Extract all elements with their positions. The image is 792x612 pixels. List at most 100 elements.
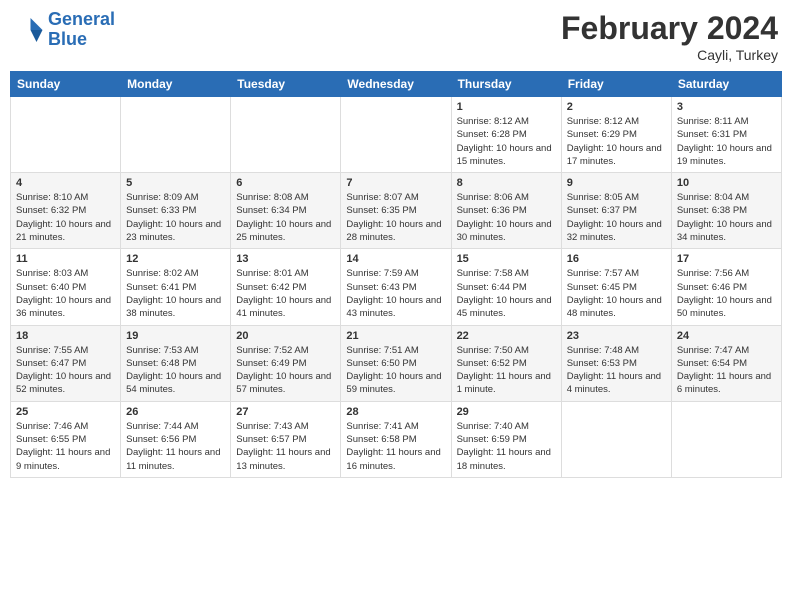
day-number: 11 xyxy=(16,253,115,265)
day-info: Sunrise: 7:43 AM Sunset: 6:57 PM Dayligh… xyxy=(236,420,335,473)
month-year: February 2024 xyxy=(561,10,778,47)
calendar-cell: 5 Sunrise: 8:09 AM Sunset: 6:33 PM Daylig… xyxy=(121,173,231,249)
day-number: 6 xyxy=(236,177,335,189)
calendar-week-row: 18 Sunrise: 7:55 AM Sunset: 6:47 PM Dayli… xyxy=(11,325,782,401)
day-number: 1 xyxy=(457,101,556,113)
day-info: Sunrise: 8:12 AM Sunset: 6:28 PM Dayligh… xyxy=(457,115,556,168)
calendar-cell: 11 Sunrise: 8:03 AM Sunset: 6:40 PM Dayli… xyxy=(11,249,121,325)
day-number: 13 xyxy=(236,253,335,265)
day-number: 3 xyxy=(677,101,776,113)
day-number: 26 xyxy=(126,406,225,418)
logo-line2: Blue xyxy=(48,29,87,49)
weekday-header: Thursday xyxy=(451,72,561,97)
day-number: 24 xyxy=(677,330,776,342)
calendar-week-row: 25 Sunrise: 7:46 AM Sunset: 6:55 PM Dayli… xyxy=(11,401,782,477)
calendar-cell: 18 Sunrise: 7:55 AM Sunset: 6:47 PM Dayli… xyxy=(11,325,121,401)
calendar-cell: 8 Sunrise: 8:06 AM Sunset: 6:36 PM Daylig… xyxy=(451,173,561,249)
calendar-cell: 16 Sunrise: 7:57 AM Sunset: 6:45 PM Dayli… xyxy=(561,249,671,325)
day-info: Sunrise: 7:58 AM Sunset: 6:44 PM Dayligh… xyxy=(457,267,556,320)
day-number: 9 xyxy=(567,177,666,189)
calendar-cell: 4 Sunrise: 8:10 AM Sunset: 6:32 PM Daylig… xyxy=(11,173,121,249)
weekday-header: Monday xyxy=(121,72,231,97)
day-info: Sunrise: 8:03 AM Sunset: 6:40 PM Dayligh… xyxy=(16,267,115,320)
day-info: Sunrise: 8:07 AM Sunset: 6:35 PM Dayligh… xyxy=(346,191,445,244)
day-number: 4 xyxy=(16,177,115,189)
day-number: 8 xyxy=(457,177,556,189)
day-info: Sunrise: 7:46 AM Sunset: 6:55 PM Dayligh… xyxy=(16,420,115,473)
calendar-cell: 14 Sunrise: 7:59 AM Sunset: 6:43 PM Dayli… xyxy=(341,249,451,325)
calendar-cell: 12Sunrise: 8:02 AM Sunset: 6:41 PM Dayli… xyxy=(121,249,231,325)
calendar-cell: 2Sunrise: 8:12 AM Sunset: 6:29 PM Daylig… xyxy=(561,97,671,173)
day-number: 29 xyxy=(457,406,556,418)
calendar-header-row: SundayMondayTuesdayWednesdayThursdayFrid… xyxy=(11,72,782,97)
calendar: SundayMondayTuesdayWednesdayThursdayFrid… xyxy=(10,71,782,478)
day-info: Sunrise: 7:40 AM Sunset: 6:59 PM Dayligh… xyxy=(457,420,556,473)
day-info: Sunrise: 7:48 AM Sunset: 6:53 PM Dayligh… xyxy=(567,344,666,397)
calendar-cell xyxy=(561,401,671,477)
calendar-cell xyxy=(671,401,781,477)
calendar-cell: 28Sunrise: 7:41 AM Sunset: 6:58 PM Dayli… xyxy=(341,401,451,477)
calendar-cell: 27 Sunrise: 7:43 AM Sunset: 6:57 PM Dayli… xyxy=(231,401,341,477)
calendar-week-row: 11 Sunrise: 8:03 AM Sunset: 6:40 PM Dayli… xyxy=(11,249,782,325)
calendar-cell: 23 Sunrise: 7:48 AM Sunset: 6:53 PM Dayli… xyxy=(561,325,671,401)
day-info: Sunrise: 8:12 AM Sunset: 6:29 PM Dayligh… xyxy=(567,115,666,168)
day-info: Sunrise: 8:06 AM Sunset: 6:36 PM Dayligh… xyxy=(457,191,556,244)
day-info: Sunrise: 8:08 AM Sunset: 6:34 PM Dayligh… xyxy=(236,191,335,244)
day-info: Sunrise: 7:57 AM Sunset: 6:45 PM Dayligh… xyxy=(567,267,666,320)
page-header: General Blue February 2024 Cayli, Turkey xyxy=(10,10,782,63)
weekday-header: Wednesday xyxy=(341,72,451,97)
calendar-cell: 6 Sunrise: 8:08 AM Sunset: 6:34 PM Daylig… xyxy=(231,173,341,249)
calendar-cell: 26 Sunrise: 7:44 AM Sunset: 6:56 PM Dayli… xyxy=(121,401,231,477)
day-number: 23 xyxy=(567,330,666,342)
logo-icon xyxy=(14,15,44,45)
day-number: 20 xyxy=(236,330,335,342)
day-info: Sunrise: 8:10 AM Sunset: 6:32 PM Dayligh… xyxy=(16,191,115,244)
day-number: 7 xyxy=(346,177,445,189)
day-info: Sunrise: 7:47 AM Sunset: 6:54 PM Dayligh… xyxy=(677,344,776,397)
day-number: 5 xyxy=(126,177,225,189)
day-number: 12 xyxy=(126,253,225,265)
calendar-cell: 24 Sunrise: 7:47 AM Sunset: 6:54 PM Dayli… xyxy=(671,325,781,401)
day-info: Sunrise: 7:55 AM Sunset: 6:47 PM Dayligh… xyxy=(16,344,115,397)
calendar-cell: 20 Sunrise: 7:52 AM Sunset: 6:49 PM Dayli… xyxy=(231,325,341,401)
calendar-cell: 1 Sunrise: 8:12 AM Sunset: 6:28 PM Daylig… xyxy=(451,97,561,173)
calendar-week-row: 4 Sunrise: 8:10 AM Sunset: 6:32 PM Daylig… xyxy=(11,173,782,249)
day-number: 21 xyxy=(346,330,445,342)
day-info: Sunrise: 8:04 AM Sunset: 6:38 PM Dayligh… xyxy=(677,191,776,244)
day-number: 18 xyxy=(16,330,115,342)
day-number: 27 xyxy=(236,406,335,418)
calendar-cell: 7 Sunrise: 8:07 AM Sunset: 6:35 PM Daylig… xyxy=(341,173,451,249)
weekday-header: Saturday xyxy=(671,72,781,97)
calendar-cell: 9 Sunrise: 8:05 AM Sunset: 6:37 PM Daylig… xyxy=(561,173,671,249)
calendar-cell: 17Sunrise: 7:56 AM Sunset: 6:46 PM Dayli… xyxy=(671,249,781,325)
calendar-cell: 10Sunrise: 8:04 AM Sunset: 6:38 PM Dayli… xyxy=(671,173,781,249)
day-info: Sunrise: 7:41 AM Sunset: 6:58 PM Dayligh… xyxy=(346,420,445,473)
day-info: Sunrise: 8:01 AM Sunset: 6:42 PM Dayligh… xyxy=(236,267,335,320)
calendar-cell: 21Sunrise: 7:51 AM Sunset: 6:50 PM Dayli… xyxy=(341,325,451,401)
logo-text: General Blue xyxy=(48,10,115,50)
calendar-cell xyxy=(341,97,451,173)
calendar-cell: 13 Sunrise: 8:01 AM Sunset: 6:42 PM Dayli… xyxy=(231,249,341,325)
day-number: 14 xyxy=(346,253,445,265)
day-info: Sunrise: 7:44 AM Sunset: 6:56 PM Dayligh… xyxy=(126,420,225,473)
calendar-cell: 29 Sunrise: 7:40 AM Sunset: 6:59 PM Dayli… xyxy=(451,401,561,477)
day-info: Sunrise: 7:52 AM Sunset: 6:49 PM Dayligh… xyxy=(236,344,335,397)
day-info: Sunrise: 8:05 AM Sunset: 6:37 PM Dayligh… xyxy=(567,191,666,244)
location: Cayli, Turkey xyxy=(561,47,778,63)
calendar-cell: 19Sunrise: 7:53 AM Sunset: 6:48 PM Dayli… xyxy=(121,325,231,401)
day-info: Sunrise: 8:11 AM Sunset: 6:31 PM Dayligh… xyxy=(677,115,776,168)
calendar-cell xyxy=(11,97,121,173)
day-info: Sunrise: 7:56 AM Sunset: 6:46 PM Dayligh… xyxy=(677,267,776,320)
day-number: 16 xyxy=(567,253,666,265)
day-number: 25 xyxy=(16,406,115,418)
title-block: February 2024 Cayli, Turkey xyxy=(561,10,778,63)
day-info: Sunrise: 8:09 AM Sunset: 6:33 PM Dayligh… xyxy=(126,191,225,244)
day-number: 19 xyxy=(126,330,225,342)
logo-line1: General xyxy=(48,9,115,29)
calendar-cell: 25 Sunrise: 7:46 AM Sunset: 6:55 PM Dayli… xyxy=(11,401,121,477)
day-info: Sunrise: 7:59 AM Sunset: 6:43 PM Dayligh… xyxy=(346,267,445,320)
weekday-header: Sunday xyxy=(11,72,121,97)
logo: General Blue xyxy=(14,10,115,50)
calendar-cell xyxy=(231,97,341,173)
day-info: Sunrise: 7:50 AM Sunset: 6:52 PM Dayligh… xyxy=(457,344,556,397)
